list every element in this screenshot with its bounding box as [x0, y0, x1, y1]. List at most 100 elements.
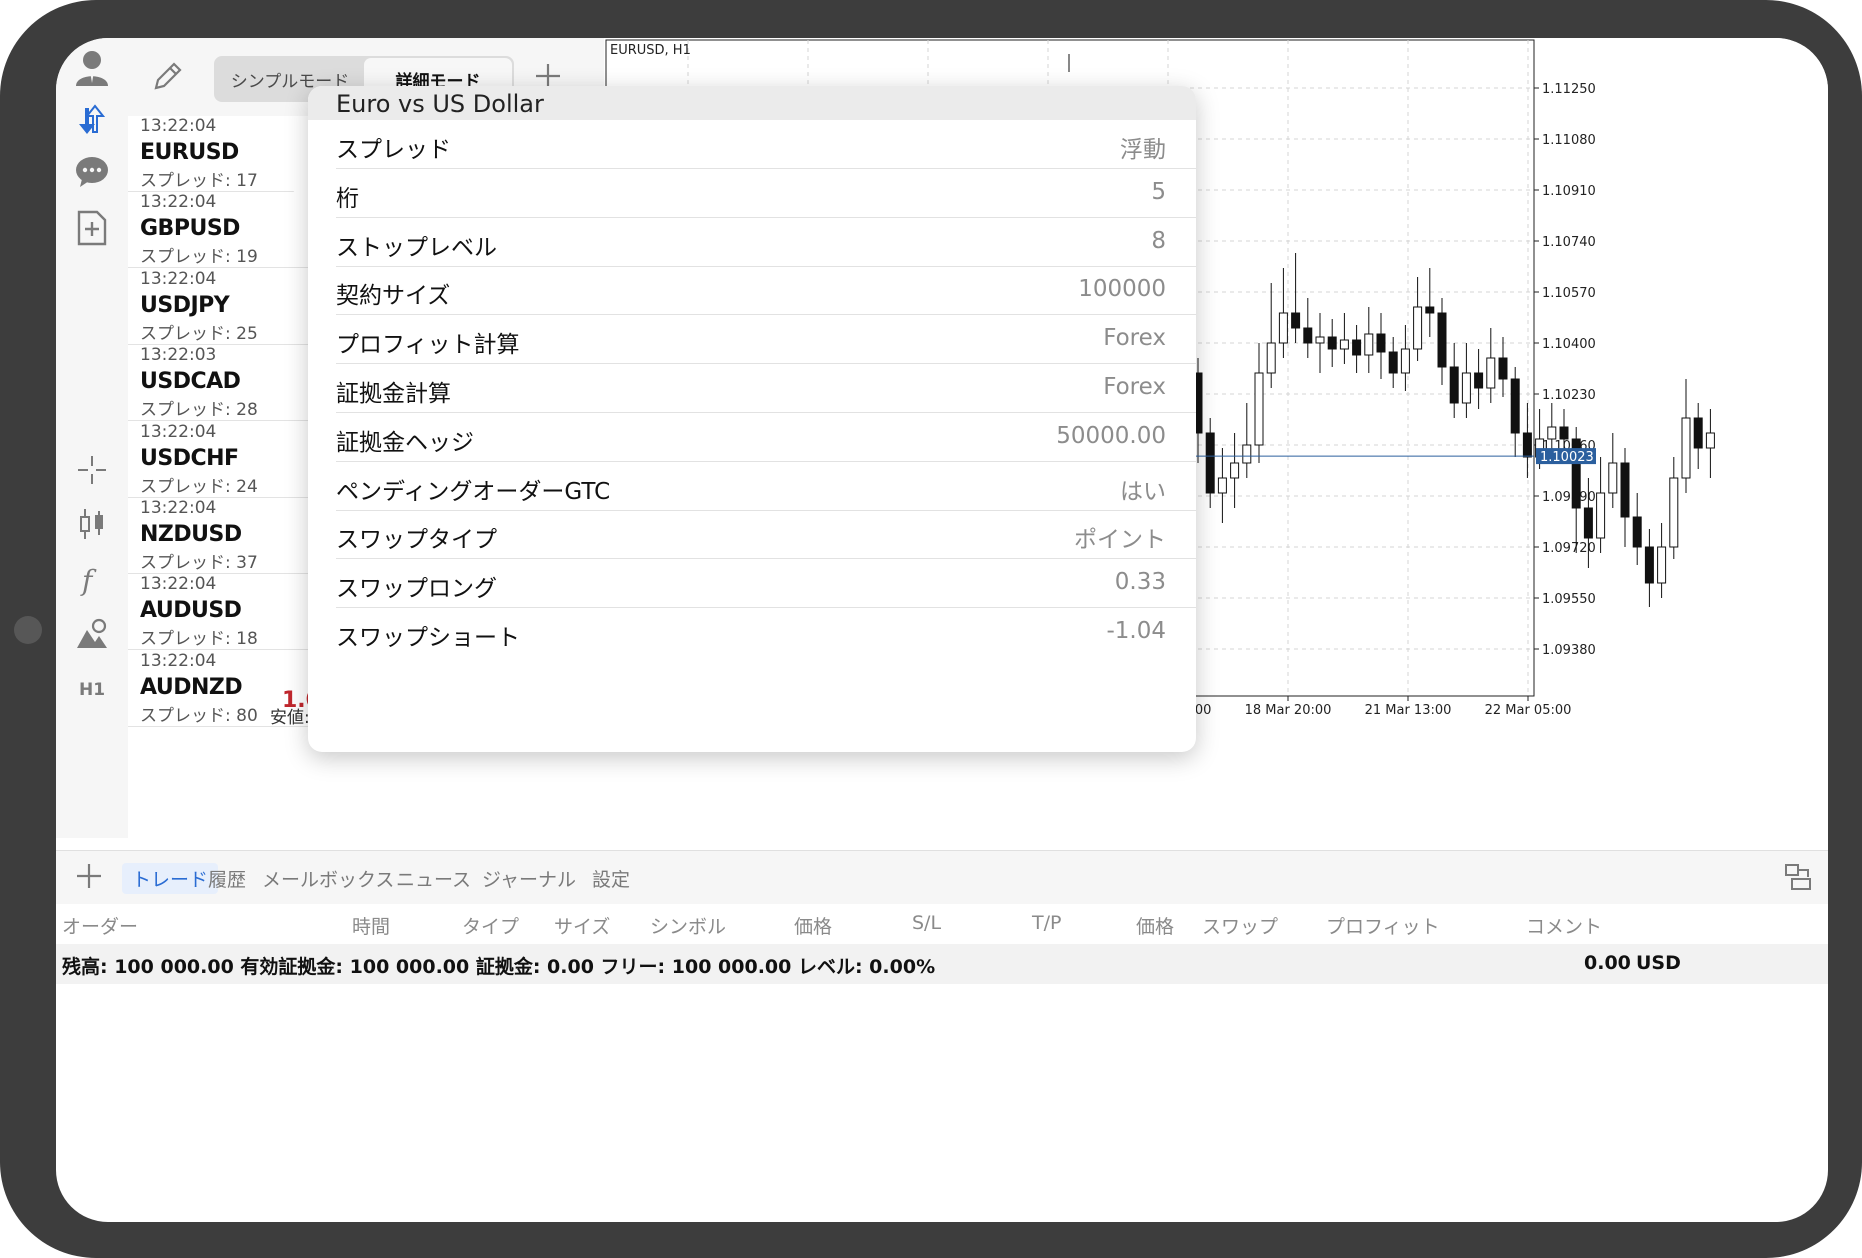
quote-spread: スプレッド: 19: [140, 247, 258, 268]
quote-time: 13:22:04: [140, 574, 217, 595]
trade-table-header: オーダー 時間 タイプ サイズ シンボル 価格 S/L T/P 価格 スワップ プロフィット コメント: [56, 904, 1828, 945]
candle-body: [1644, 546, 1654, 584]
timeframe-button[interactable]: H1: [72, 670, 112, 710]
quote-symbol: USDJPY: [140, 292, 230, 318]
chat-icon[interactable]: [72, 152, 112, 192]
table-header-cell: 時間: [352, 916, 391, 938]
candle-body: [1547, 426, 1557, 440]
y-tick-label: 1.09720: [1542, 541, 1596, 556]
popover-row-label: スワップタイプ: [336, 527, 497, 554]
popover-row-value: 100000: [1078, 276, 1166, 303]
y-tick-label: 1.09380: [1542, 643, 1596, 658]
candle-body: [1242, 444, 1252, 464]
y-tick-label: 1.10570: [1542, 286, 1596, 301]
candle-body: [1327, 336, 1337, 350]
quote-spread: スプレッド: 17: [140, 171, 258, 191]
tab-item[interactable]: ジャーナル: [482, 865, 576, 892]
account-icon[interactable]: [72, 48, 112, 88]
tab-item[interactable]: 履歴: [208, 865, 246, 892]
popover-row: 桁5: [336, 169, 1196, 218]
candle-body: [1352, 339, 1362, 356]
new-order-icon[interactable]: [72, 208, 112, 248]
popover-row: プロフィット計算 Forex: [336, 315, 1196, 365]
crosshair-icon[interactable]: [72, 450, 112, 490]
popover-row: スワップタイプ ポイント: [336, 510, 1196, 560]
candle-body: [1681, 417, 1691, 479]
candle-body: [1315, 336, 1325, 344]
app-screen: f H1 シンプルモード 詳細モード 13:22:04 EURUSD スプレッド: …: [56, 38, 1828, 1222]
popover-row: ストップレベル 8: [336, 218, 1196, 267]
quote-time: 13:22:04: [140, 421, 217, 442]
candle-body: [1388, 351, 1398, 374]
y-tick-label: 1.11080: [1542, 133, 1596, 148]
quote-time: 13:22:04: [140, 650, 217, 671]
popover-row-label: 証拠金ヘッジ: [336, 429, 474, 456]
popover-header: Euro vs US Dollar: [308, 86, 1196, 120]
popover-row-label: プロフィット計算: [336, 332, 520, 359]
candle-body: [1278, 312, 1288, 344]
quote-spread: スプレッド: 24: [140, 476, 258, 497]
quotes-icon[interactable]: [72, 100, 112, 140]
table-header-cell: シンボル: [650, 916, 727, 938]
popover-row-label: 証拠金計算: [336, 381, 451, 407]
popover-row-label: ストップレベル: [336, 234, 497, 261]
candle-body: [1230, 462, 1240, 479]
candle-body: [1474, 372, 1484, 389]
popover-row-value: 5: [1151, 178, 1166, 205]
y-tick-label: 1.11250: [1542, 82, 1596, 97]
quote-symbol: USDCHF: [140, 445, 239, 471]
add-tab-icon[interactable]: [74, 861, 104, 891]
table-header-cell: プロフィット: [1326, 916, 1440, 938]
objects-icon[interactable]: [72, 614, 112, 654]
y-tick-label: 1.09890: [1542, 490, 1596, 505]
candle-body: [1596, 492, 1606, 539]
quote-time: 13:22:04: [140, 116, 217, 136]
popover-row-value: Forex: [1103, 325, 1166, 352]
balance-bar: 残高: 100 000.00 有効証拠金: 100 000.00 証拠金: 0.…: [56, 944, 1828, 984]
chart-type-icon[interactable]: [72, 504, 112, 544]
tab-item[interactable]: メールボックス: [262, 865, 394, 892]
candle-body: [1437, 312, 1447, 368]
popover-row-label: ペンディングオーダーGTC: [336, 478, 611, 505]
x-tick-label: 22 Mar 05:00: [1485, 703, 1572, 718]
candle-body: [1583, 507, 1593, 539]
table-header-cell: サイズ: [554, 916, 611, 938]
quote-time: 13:22:04: [140, 498, 217, 518]
popover-row-value: はい: [1120, 478, 1166, 505]
popover-row-value: 8: [1151, 227, 1166, 254]
indicators-icon[interactable]: f: [72, 560, 112, 600]
candle-body: [1303, 327, 1313, 344]
quote-time: 13:22:04: [140, 192, 217, 213]
candle-body: [1400, 348, 1410, 374]
candle-body: [1657, 546, 1667, 584]
layout-icon[interactable]: [1782, 861, 1814, 893]
edit-icon[interactable]: [148, 56, 188, 96]
quote-time: 13:22:03: [140, 345, 217, 366]
tab-item[interactable]: トレード: [122, 863, 219, 894]
quote-symbol: NZDUSD: [140, 522, 242, 547]
candle-body: [1705, 432, 1715, 449]
tab-item[interactable]: ニュース: [396, 865, 471, 892]
quote-spread: スプレッド: 80: [140, 705, 258, 726]
popover-row-value: 浮動: [1120, 137, 1166, 163]
bottom-tab-bar: トレード 履歴 メールボックス ニュース ジャーナル 設定: [56, 850, 1828, 905]
candle-body: [1632, 516, 1642, 548]
popover-row-value: ポイント: [1074, 527, 1166, 554]
candle-body: [1205, 432, 1215, 494]
tab-item[interactable]: 設定: [592, 865, 630, 892]
x-tick-label: 21 Mar 13:00: [1365, 703, 1452, 718]
popover-row-label: スワップショート: [336, 625, 520, 651]
popover-row-label: スプレッド: [336, 137, 451, 163]
y-tick-label: 1.10230: [1542, 388, 1596, 403]
popover-row: スワップショート -1.04: [336, 608, 1196, 657]
popover-row: 証拠金ヘッジ 50000.00: [336, 413, 1196, 462]
quote-symbol: AUDUSD: [140, 598, 242, 624]
popover-row-label: 契約サイズ: [336, 283, 451, 310]
popover-row: スワップロング 0.33: [336, 559, 1196, 609]
popover-row: ペンディングオーダーGTC はい: [336, 462, 1196, 511]
popover-row-label: 桁: [336, 185, 359, 212]
candle-body: [1669, 477, 1679, 548]
account-currency: USD: [1636, 952, 1681, 974]
balance-summary: 残高: 100 000.00 有効証拠金: 100 000.00 証拠金: 0.…: [62, 956, 936, 978]
quote-symbol: USDCAD: [140, 369, 241, 395]
